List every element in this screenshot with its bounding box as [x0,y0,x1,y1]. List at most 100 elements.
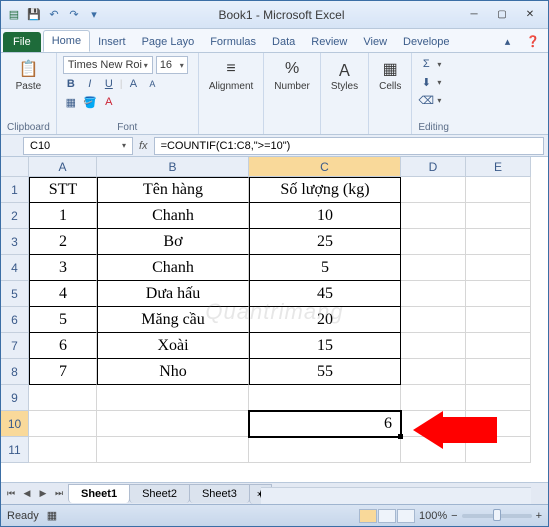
zoom-slider[interactable] [462,514,532,518]
cell-C4[interactable]: 5 [249,255,401,281]
italic-button[interactable]: I [82,76,98,92]
cell-C6[interactable]: 20 [249,307,401,333]
cell-A8[interactable]: 7 [29,359,97,385]
zoom-level[interactable]: 100% [419,510,447,522]
cell-C11[interactable] [249,437,401,463]
sheet-tab-3[interactable]: Sheet3 [189,484,250,503]
fill-color-button[interactable]: 🪣 [82,94,98,110]
macro-record-icon[interactable]: ▦ [47,509,57,522]
cell-A10[interactable] [29,411,97,437]
row-7[interactable]: 7 [1,333,29,359]
fill-button[interactable]: ⬇ [418,74,434,90]
alignment-button[interactable]: ≡Alignment [205,56,257,94]
cell-B1[interactable]: Tên hàng [97,177,249,203]
cells-button[interactable]: ▦Cells [375,56,405,94]
cell-A7[interactable]: 6 [29,333,97,359]
cell-A2[interactable]: 1 [29,203,97,229]
col-B[interactable]: B [97,157,249,177]
font-size-select[interactable]: 16▾ [156,56,188,74]
tab-nav-first[interactable]: ⏮ [3,486,19,502]
cell-D2[interactable] [401,203,466,229]
cell-C10[interactable]: 6 [249,411,401,437]
select-all-button[interactable] [1,157,29,177]
styles-button[interactable]: ＡStyles [327,56,362,94]
cell-E3[interactable] [466,229,531,255]
cell-B3[interactable]: Bơ [97,229,249,255]
save-icon[interactable]: 💾 [25,6,43,24]
cell-E6[interactable] [466,307,531,333]
cell-B2[interactable]: Chanh [97,203,249,229]
cell-A4[interactable]: 3 [29,255,97,281]
cell-A9[interactable] [29,385,97,411]
page-break-view-button[interactable] [397,509,415,523]
cell-E9[interactable] [466,385,531,411]
cell-A5[interactable]: 4 [29,281,97,307]
cell-A11[interactable] [29,437,97,463]
cell-C2[interactable]: 10 [249,203,401,229]
maximize-button[interactable]: ▢ [488,5,516,25]
minimize-button[interactable]: ─ [460,5,488,25]
cell-E7[interactable] [466,333,531,359]
cell-C1[interactable]: Số lượng (kg) [249,177,401,203]
font-name-select[interactable]: Times New Roi▾ [63,56,153,74]
page-layout-view-button[interactable] [378,509,396,523]
zoom-out-button[interactable]: − [451,510,457,522]
col-C[interactable]: C [249,157,401,177]
cell-A6[interactable]: 5 [29,307,97,333]
formula-bar[interactable]: =COUNTIF(C1:C8,">=10") [154,137,544,155]
tab-nav-prev[interactable]: ◀ [19,486,35,502]
row-5[interactable]: 5 [1,281,29,307]
cell-C9[interactable] [249,385,401,411]
font-color-button[interactable]: A [101,94,117,110]
tab-file[interactable]: File [3,32,41,52]
sheet-tab-1[interactable]: Sheet1 [68,484,130,503]
bold-button[interactable]: B [63,76,79,92]
tab-data[interactable]: Data [264,32,303,52]
close-button[interactable]: ✕ [516,5,544,25]
cell-C3[interactable]: 25 [249,229,401,255]
tab-nav-last[interactable]: ⏭ [51,486,67,502]
cell-D9[interactable] [401,385,466,411]
cell-A1[interactable]: STT [29,177,97,203]
cell-B10[interactable] [97,411,249,437]
row-10[interactable]: 10 [1,411,29,437]
cell-E1[interactable] [466,177,531,203]
number-button[interactable]: %Number [270,56,314,94]
col-D[interactable]: D [401,157,466,177]
tab-formulas[interactable]: Formulas [202,32,264,52]
paste-button[interactable]: 📋 Paste [7,56,50,94]
tab-insert[interactable]: Insert [90,32,134,52]
cell-B6[interactable]: Măng cầu [97,307,249,333]
cell-D5[interactable] [401,281,466,307]
tab-page-layout[interactable]: Page Layo [134,32,203,52]
normal-view-button[interactable] [359,509,377,523]
sheet-tab-2[interactable]: Sheet2 [129,484,190,503]
row-11[interactable]: 11 [1,437,29,463]
cell-B7[interactable]: Xoài [97,333,249,359]
increase-font-button[interactable]: A [125,76,141,92]
cell-D3[interactable] [401,229,466,255]
cell-E5[interactable] [466,281,531,307]
col-E[interactable]: E [466,157,531,177]
cell-B5[interactable]: Dưa hấu [97,281,249,307]
cell-B9[interactable] [97,385,249,411]
tab-review[interactable]: Review [303,32,355,52]
tab-home[interactable]: Home [43,30,90,52]
row-9[interactable]: 9 [1,385,29,411]
cell-D6[interactable] [401,307,466,333]
col-A[interactable]: A [29,157,97,177]
clear-button[interactable]: ⌫ [418,92,434,108]
cell-B11[interactable] [97,437,249,463]
cell-C5[interactable]: 45 [249,281,401,307]
row-3[interactable]: 3 [1,229,29,255]
undo-icon[interactable]: ↶ [45,6,63,24]
tab-nav-next[interactable]: ▶ [35,486,51,502]
cell-B8[interactable]: Nho [97,359,249,385]
underline-button[interactable]: U [101,76,117,92]
excel-icon[interactable]: ▤ [5,6,23,24]
decrease-font-button[interactable]: A [144,76,160,92]
cell-D4[interactable] [401,255,466,281]
cell-C8[interactable]: 55 [249,359,401,385]
cell-E2[interactable] [466,203,531,229]
tab-view[interactable]: View [355,32,395,52]
